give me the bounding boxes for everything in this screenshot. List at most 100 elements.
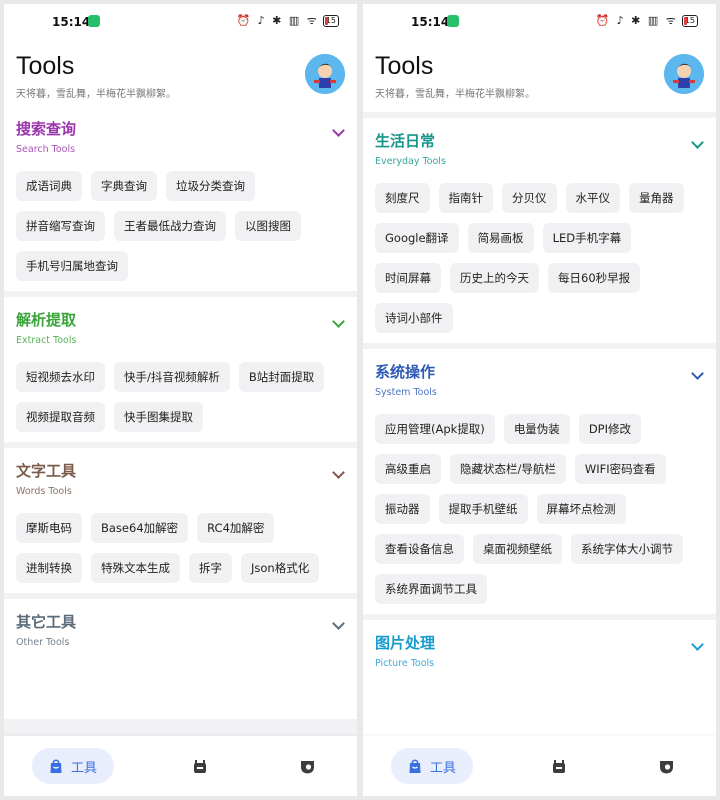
section-title: 搜索查询 xyxy=(16,120,77,138)
section-subtitle: Search Tools xyxy=(16,144,76,155)
tool-chip[interactable]: 屏幕坏点检测 xyxy=(536,494,626,524)
page-title: Tools xyxy=(375,52,434,80)
status-icons: ⏰ ♪ ✱ ▥ ᯤ 15 xyxy=(595,13,698,28)
tool-chip[interactable]: Json格式化 xyxy=(241,553,320,583)
tool-sections: 生活日常 Everyday Tools 刻度尺 指南针 分贝仪 水平仪 量角器 Google翻… xyxy=(363,118,716,746)
section-title: 生活日常 xyxy=(375,132,436,150)
robot-icon xyxy=(553,760,565,773)
status-time: 15:14 xyxy=(411,15,450,29)
toolbox-icon xyxy=(50,759,62,773)
battery-icon: 15 xyxy=(322,14,339,27)
nav-tab-shield[interactable] xyxy=(659,760,674,774)
tool-chip[interactable]: Base64加解密 xyxy=(91,513,189,543)
tool-chip[interactable]: 快手图集提取 xyxy=(114,402,203,432)
tool-section: 图片处理 Picture Tools xyxy=(363,620,716,740)
section-subtitle: Other Tools xyxy=(16,637,70,648)
nav-tab-robot[interactable] xyxy=(551,760,567,774)
tool-chip[interactable]: 成语词典 xyxy=(16,171,82,201)
tool-chip[interactable]: 高级重启 xyxy=(375,454,441,484)
phone-screen-left: 15:14 ⏰ ♪ ✱ ▥ ᯤ 15 Tools 天将暮，雪乱舞，半梅花半飘柳絮… xyxy=(4,4,357,796)
tool-chip-list: 成语词典 字典查询 垃圾分类查询拼音缩写查询 王者最低战力查询 以图搜图手机号归属地查询 xyxy=(16,171,345,281)
status-icons: ⏰ ♪ ✱ ▥ ᯤ 15 xyxy=(236,13,339,28)
tool-chip[interactable]: 应用管理(Apk提取) xyxy=(375,414,495,444)
tool-section: 生活日常 Everyday Tools 刻度尺 指南针 分贝仪 水平仪 量角器 Google翻… xyxy=(363,118,716,343)
section-title: 图片处理 xyxy=(375,634,436,652)
tool-chip[interactable]: B站封面提取 xyxy=(238,362,325,392)
status-indicator-icons: ⏰ ♪ ✱ ▥ ᯤ xyxy=(595,14,678,27)
tool-chip[interactable]: DPI修改 xyxy=(578,414,641,444)
tool-chip[interactable]: 提取手机壁纸 xyxy=(438,494,528,524)
section-subtitle: Extract Tools xyxy=(16,335,77,346)
section-subtitle: Words Tools xyxy=(16,486,72,497)
tool-chip[interactable]: 快手/抖音视频解析 xyxy=(114,362,230,392)
tool-chip[interactable]: 时间屏幕 xyxy=(375,263,441,293)
tool-chip[interactable]: 系统界面调节工具 xyxy=(375,574,487,604)
tool-chip[interactable]: 摩斯电码 xyxy=(16,513,82,543)
tool-chip[interactable]: 手机号归属地查询 xyxy=(16,251,128,281)
tool-chip[interactable]: 电量伪装 xyxy=(503,414,570,444)
nav-tab-tools[interactable]: 工具 xyxy=(32,748,114,784)
shield-icon xyxy=(301,761,314,774)
tool-chip[interactable]: 量角器 xyxy=(629,183,684,213)
tool-chip[interactable]: 查看设备信息 xyxy=(375,534,464,564)
tool-chip[interactable]: 分贝仪 xyxy=(502,183,557,213)
avatar[interactable] xyxy=(305,54,345,94)
tool-chip[interactable]: 指南针 xyxy=(438,183,493,213)
wechat-notification-icon xyxy=(447,15,459,27)
tool-chip[interactable]: 特殊文本生成 xyxy=(91,553,180,583)
tool-section: 搜索查询 Search Tools 成语词典 字典查询 垃圾分类查询拼音缩写查询 王者最低… xyxy=(4,112,357,291)
bottom-nav: 工具 xyxy=(363,736,716,796)
tool-section: 文字工具 Words Tools 摩斯电码 Base64加解密 RC4加解密进制转换 特殊… xyxy=(4,448,357,593)
tool-chip[interactable]: 系统字体大小调节 xyxy=(571,534,683,564)
tool-chip[interactable]: 短视频去水印 xyxy=(16,362,105,392)
toolbox-icon xyxy=(409,759,421,773)
tool-chip[interactable]: 拼音缩写查询 xyxy=(16,211,105,241)
app-header: Tools 天将暮，雪乱舞，半梅花半飘柳絮。 xyxy=(4,40,357,112)
tool-chip[interactable]: 历史上的今天 xyxy=(450,263,539,293)
avatar[interactable] xyxy=(664,54,704,94)
nav-tab-robot[interactable] xyxy=(192,760,208,774)
section-title: 解析提取 xyxy=(16,311,77,329)
tool-chip[interactable]: 拆字 xyxy=(189,553,232,583)
tool-chip[interactable]: 桌面视频壁纸 xyxy=(473,534,562,564)
wechat-notification-icon xyxy=(88,15,100,27)
status-bar: 15:14 ⏰ ♪ ✱ ▥ ᯤ 15 xyxy=(363,4,716,40)
section-title: 文字工具 xyxy=(16,462,77,480)
tool-section: 其它工具 Other Tools xyxy=(4,599,357,719)
tool-sections: 搜索查询 Search Tools 成语词典 字典查询 垃圾分类查询拼音缩写查询 王者最低… xyxy=(4,112,357,725)
tool-chip[interactable]: LED手机字幕 xyxy=(542,223,632,253)
tool-chip[interactable]: RC4加解密 xyxy=(197,513,275,543)
tool-chip[interactable]: Google翻译 xyxy=(375,223,459,253)
tool-section: 系统操作 System Tools 应用管理(Apk提取) 电量伪装 DPI修改高级重启… xyxy=(363,349,716,614)
nav-tab-tools-label: 工具 xyxy=(70,760,97,776)
tool-chip-list: 应用管理(Apk提取) 电量伪装 DPI修改高级重启 隐藏状态栏/导航栏 WIFI密码查… xyxy=(375,414,704,604)
tool-chip[interactable]: 字典查询 xyxy=(91,171,157,201)
page-title: Tools xyxy=(16,52,75,80)
tool-chip[interactable]: 王者最低战力查询 xyxy=(114,211,226,241)
tool-chip[interactable]: 简易画板 xyxy=(467,223,534,253)
tool-chip[interactable]: 振动器 xyxy=(375,494,430,524)
tool-chip[interactable]: 进制转换 xyxy=(16,553,82,583)
tool-chip[interactable]: 隐藏状态栏/导航栏 xyxy=(450,454,566,484)
nav-tab-shield[interactable] xyxy=(300,760,315,774)
phone-screen-right: 15:14 ⏰ ♪ ✱ ▥ ᯤ 15 Tools 天将暮，雪乱舞，半梅花半飘柳絮… xyxy=(363,4,716,796)
tool-list-scroll[interactable]: 搜索查询 Search Tools 成语词典 字典查询 垃圾分类查询拼音缩写查询 王者最低… xyxy=(4,112,357,796)
tool-chip[interactable]: 诗词小部件 xyxy=(375,303,453,333)
tool-chip[interactable]: WIFI密码查看 xyxy=(574,454,666,484)
section-subtitle: System Tools xyxy=(375,387,437,398)
section-title: 系统操作 xyxy=(375,363,436,381)
tool-chip[interactable]: 视频提取音频 xyxy=(16,402,105,432)
nav-tab-tools[interactable]: 工具 xyxy=(391,748,473,784)
tool-list-scroll[interactable]: 生活日常 Everyday Tools 刻度尺 指南针 分贝仪 水平仪 量角器 Google翻… xyxy=(363,112,716,796)
robot-icon xyxy=(194,760,206,773)
avatar-image xyxy=(305,54,345,94)
tool-chip[interactable]: 水平仪 xyxy=(565,183,620,213)
app-header: Tools 天将暮，雪乱舞，半梅花半飘柳絮。 xyxy=(363,40,716,112)
tool-chip[interactable]: 以图搜图 xyxy=(235,211,301,241)
shield-icon xyxy=(660,761,673,774)
tool-chip-list: 刻度尺 指南针 分贝仪 水平仪 量角器 Google翻译 简易画板 LED手机字幕时间屏幕 历史… xyxy=(375,183,704,333)
page-subtitle: 天将暮，雪乱舞，半梅花半飘柳絮。 xyxy=(16,89,176,100)
tool-chip[interactable]: 每日60秒早报 xyxy=(548,263,641,293)
tool-chip[interactable]: 刻度尺 xyxy=(375,183,430,213)
tool-chip[interactable]: 垃圾分类查询 xyxy=(166,171,255,201)
